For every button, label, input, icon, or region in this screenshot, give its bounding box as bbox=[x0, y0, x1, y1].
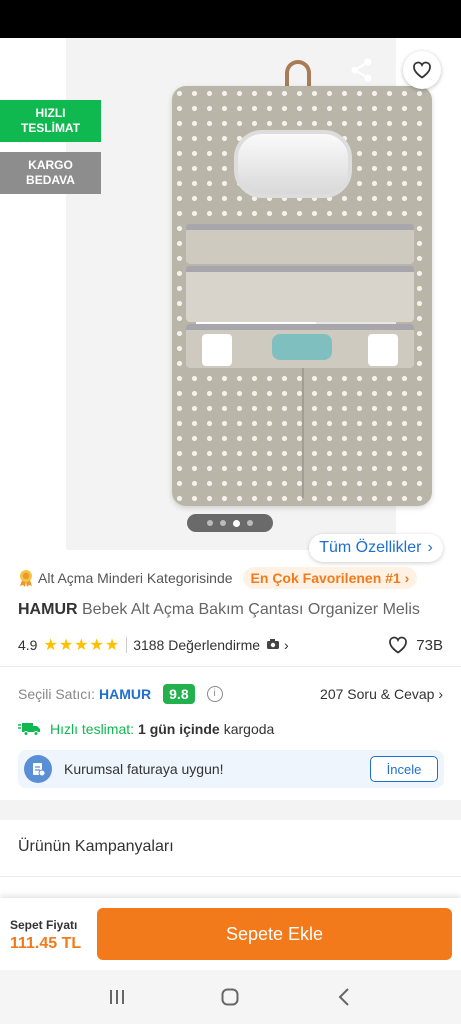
info-icon[interactable]: i bbox=[206, 686, 223, 702]
comb-item bbox=[272, 334, 332, 360]
product-brand[interactable]: HAMUR bbox=[18, 601, 78, 618]
campaigns-title: Ürünün Kampanyaları bbox=[18, 838, 174, 855]
favorite-button[interactable] bbox=[403, 51, 441, 89]
favorite-count[interactable]: 73B bbox=[388, 636, 443, 654]
shipping-label: Hızlı teslimat: bbox=[50, 721, 135, 737]
shipping-row: Hızlı teslimat: 1 gün içinde kargoda bbox=[18, 718, 443, 740]
free-cargo-badge: KARGO BEDAVA bbox=[0, 152, 101, 194]
cream-jar-left bbox=[202, 334, 232, 366]
gallery-pager[interactable] bbox=[187, 514, 273, 532]
share-icon bbox=[351, 58, 372, 82]
seller-row: Seçili Satıcı: HAMUR 9.8 i 207 Soru & Ce… bbox=[18, 682, 443, 706]
pager-dot-active[interactable] bbox=[233, 519, 240, 527]
all-specs-label: Tüm Özellikler bbox=[319, 539, 422, 556]
home-icon bbox=[221, 988, 239, 1006]
ranking-chip[interactable]: En Çok Favorilenen #1 › bbox=[242, 567, 418, 589]
category-ranking-row[interactable]: Alt Açma Minderi Kategorisinde En Çok Fa… bbox=[18, 566, 448, 590]
cart-price: 111.45 TL bbox=[10, 935, 82, 952]
cream-jar-right bbox=[368, 334, 398, 366]
product-name: Bebek Alt Açma Bakım Çantası Organizer M… bbox=[82, 601, 420, 618]
bag-pocket-top bbox=[186, 224, 414, 264]
status-bar bbox=[0, 0, 461, 38]
recent-apps-button[interactable] bbox=[97, 977, 137, 1017]
bag-illustration bbox=[172, 86, 432, 506]
cart-price-label: Sepet Fiyatı bbox=[10, 918, 78, 932]
fast-delivery-badge: HIZLI TESLİMAT bbox=[0, 100, 101, 142]
truck-icon bbox=[18, 723, 40, 736]
share-button[interactable] bbox=[348, 56, 376, 84]
corporate-invoice-banner: Kurumsal faturaya uygun! İncele bbox=[18, 750, 444, 788]
section-divider bbox=[0, 876, 461, 877]
qa-link[interactable]: 207 Soru & Cevap › bbox=[320, 686, 443, 702]
shipping-suffix: kargoda bbox=[223, 721, 275, 737]
seller-name-link[interactable]: HAMUR bbox=[99, 686, 151, 702]
product-title: HAMUR Bebek Alt Açma Bakım Çantası Organ… bbox=[18, 601, 448, 619]
ranking-chip-label: En Çok Favorilenen #1 bbox=[250, 570, 401, 586]
heart-icon bbox=[389, 636, 408, 654]
recent-apps-icon bbox=[109, 990, 124, 1004]
rating-separator bbox=[126, 637, 128, 653]
favorite-count-value: 73B bbox=[416, 636, 443, 654]
bottom-cart-bar: Sepet Fiyatı 111.45 TL Sepete Ekle bbox=[0, 898, 461, 970]
invoice-detail-button[interactable]: İncele bbox=[370, 756, 438, 782]
chevron-left-icon bbox=[338, 988, 349, 1006]
system-back-button[interactable] bbox=[324, 977, 364, 1017]
wipe-opening bbox=[234, 130, 352, 198]
qa-label: 207 Soru & Cevap bbox=[320, 686, 435, 702]
add-to-cart-button[interactable]: Sepete Ekle bbox=[97, 908, 452, 960]
product-image bbox=[66, 38, 432, 550]
category-text: Alt Açma Minderi Kategorisinde bbox=[38, 570, 233, 586]
camera-icon bbox=[266, 638, 280, 653]
system-nav-bar bbox=[0, 970, 461, 1024]
invoice-icon bbox=[24, 755, 52, 783]
home-button[interactable] bbox=[210, 977, 250, 1017]
star-rating: ★★★★★ bbox=[43, 637, 121, 654]
section-gap bbox=[0, 800, 461, 820]
chevron-right-icon: › bbox=[284, 637, 289, 653]
pager-dot[interactable] bbox=[247, 520, 253, 526]
rating-row[interactable]: 4.9 ★★★★★ 3188 Değerlendirme › 73B bbox=[18, 634, 443, 656]
pager-dot[interactable] bbox=[220, 520, 226, 526]
all-specs-button[interactable]: Tüm Özellikler › bbox=[309, 534, 443, 562]
back-button[interactable] bbox=[16, 56, 46, 84]
medal-icon bbox=[20, 570, 32, 587]
review-count-link[interactable]: 3188 Değerlendirme bbox=[133, 637, 260, 653]
invoice-text: Kurumsal faturaya uygun! bbox=[64, 761, 224, 777]
shipping-time: 1 gün içinde bbox=[138, 721, 220, 737]
bag-seam bbox=[302, 368, 304, 498]
pager-dot[interactable] bbox=[207, 520, 213, 526]
heart-icon bbox=[413, 61, 431, 79]
seller-score-badge: 9.8 bbox=[163, 684, 195, 704]
seller-label: Seçili Satıcı: bbox=[18, 686, 96, 702]
rating-score: 4.9 bbox=[18, 637, 38, 653]
section-divider bbox=[0, 666, 461, 667]
chevron-right-icon: › bbox=[427, 539, 433, 556]
bag-pocket-middle bbox=[186, 266, 414, 322]
arrow-left-icon bbox=[20, 60, 42, 80]
